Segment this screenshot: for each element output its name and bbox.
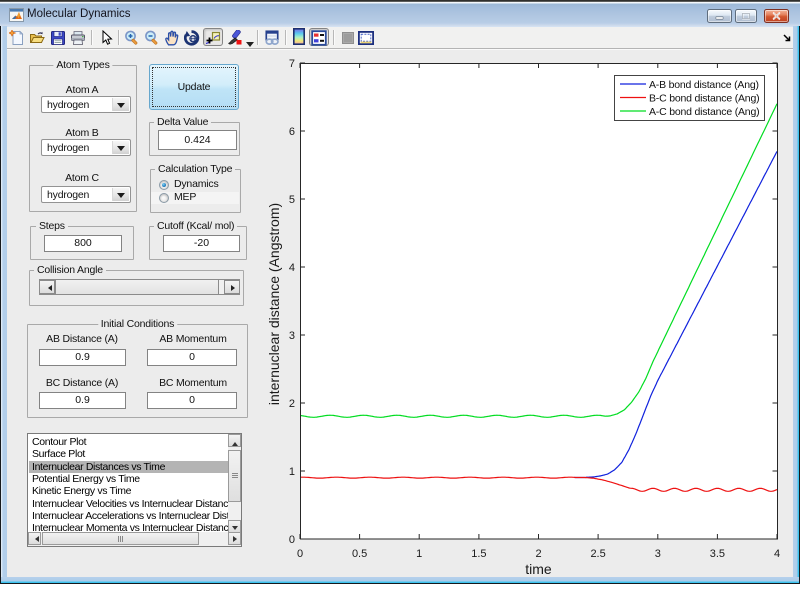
svg-text:time: time [525, 561, 552, 577]
svg-text:2.5: 2.5 [590, 548, 605, 560]
svg-text:3: 3 [289, 330, 295, 342]
svg-text:0: 0 [289, 534, 295, 546]
svg-text:1.5: 1.5 [471, 548, 486, 560]
svg-text:4: 4 [289, 262, 295, 274]
svg-text:0: 0 [297, 548, 303, 560]
svg-text:3: 3 [655, 548, 661, 560]
svg-text:4: 4 [774, 548, 780, 560]
svg-text:1: 1 [416, 548, 422, 560]
svg-text:A-B bond distance (Ang): A-B bond distance (Ang) [649, 79, 759, 91]
svg-text:2: 2 [535, 548, 541, 560]
svg-text:A-C bond distance (Ang): A-C bond distance (Ang) [649, 106, 759, 118]
svg-text:5: 5 [289, 194, 295, 206]
svg-text:B-C bond distance (Ang): B-C bond distance (Ang) [649, 93, 759, 105]
svg-text:2: 2 [289, 398, 295, 410]
svg-text:7: 7 [289, 58, 295, 70]
svg-text:3.5: 3.5 [710, 548, 725, 560]
svg-text:0.5: 0.5 [352, 548, 367, 560]
svg-text:6: 6 [289, 126, 295, 138]
svg-text:1: 1 [289, 466, 295, 478]
svg-text:internuclear distance (Angstro: internuclear distance (Angstrom) [266, 203, 282, 405]
